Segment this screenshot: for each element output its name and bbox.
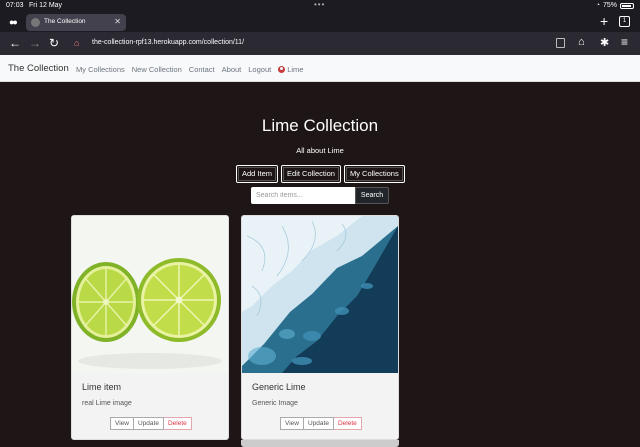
forward-arrow-icon[interactable]: → — [29, 36, 41, 50]
nav-about[interactable]: About — [222, 65, 242, 74]
item-title: Lime item — [82, 382, 122, 392]
item-buttons: View Update Delete — [110, 417, 192, 430]
delete-button[interactable]: Delete — [163, 417, 192, 430]
status-date: Fri 12 May — [29, 2, 63, 9]
edit-collection-button[interactable]: Edit Collection — [281, 165, 341, 183]
page-subtitle: All about Lime — [296, 146, 344, 155]
back-arrow-icon[interactable]: ← — [9, 36, 21, 50]
item-title: Generic Lime — [252, 382, 306, 392]
nav-links: My Collections New Collection Contact Ab… — [76, 65, 303, 74]
item-card: Generic Lime Generic Image View Update D… — [241, 215, 399, 440]
lime-slices-image — [72, 216, 228, 373]
extensions-icon[interactable]: ✱ — [600, 36, 609, 49]
nav-user[interactable]: Lime — [278, 65, 303, 74]
home-icon[interactable]: ⌂ — [578, 36, 585, 48]
update-button[interactable]: Update — [303, 417, 334, 430]
menu-icon[interactable]: ≡ — [621, 35, 628, 49]
view-button[interactable]: View — [110, 417, 134, 430]
browser-tab-bar: ●● The Collection ✕ + 1 — [0, 12, 640, 32]
satellite-coast-image — [242, 216, 398, 373]
nav-new-collection[interactable]: New Collection — [132, 65, 182, 74]
page-title: Lime Collection — [261, 116, 379, 135]
wifi-icon: ◔ — [595, 2, 600, 9]
search-form: Search — [251, 187, 389, 204]
battery-percent: 75% — [602, 2, 617, 9]
card-shadow — [241, 440, 399, 447]
collection-actions: Add Item Edit Collection My Collections — [236, 165, 405, 183]
new-tab-icon[interactable]: + — [600, 13, 608, 29]
site-brand[interactable]: The Collection — [8, 63, 69, 74]
tab-title: The Collection — [44, 18, 86, 25]
browser-toolbar: ← → ↻ ⌂ the-collection-rpf13.herokuapp.c… — [0, 32, 640, 55]
item-description: Generic Image — [252, 400, 298, 407]
private-browsing-icon: ●● — [9, 17, 18, 27]
multitask-dots-icon[interactable]: ••• — [314, 0, 325, 9]
tab-close-icon[interactable]: ✕ — [114, 17, 121, 26]
search-input[interactable] — [251, 187, 355, 204]
search-button[interactable]: Search — [355, 187, 389, 204]
nav-contact[interactable]: Contact — [189, 65, 215, 74]
tab-count-button[interactable]: 1 — [619, 16, 630, 27]
my-collections-button[interactable]: My Collections — [343, 165, 405, 183]
battery-icon — [620, 2, 634, 9]
status-time: 07:03 — [6, 2, 24, 9]
site-navbar: The Collection My Collections New Collec… — [0, 55, 640, 82]
item-card: Lime item real Lime image View Update De… — [71, 215, 229, 440]
tab-favicon-icon — [31, 18, 40, 27]
item-buttons: View Update Delete — [280, 417, 362, 430]
item-description: real Lime image — [82, 400, 132, 407]
address-bar[interactable]: the-collection-rpf13.herokuapp.com/colle… — [92, 39, 244, 46]
view-button[interactable]: View — [280, 417, 304, 430]
nav-logout[interactable]: Logout — [248, 65, 271, 74]
ios-status-bar: 07:03 Fri 12 May ••• ◔ 75% — [0, 0, 640, 12]
reader-mode-icon[interactable] — [556, 38, 565, 48]
nav-my-collections[interactable]: My Collections — [76, 65, 125, 74]
update-button[interactable]: Update — [133, 417, 164, 430]
nav-user-name: Lime — [287, 65, 304, 74]
reload-icon[interactable]: ↻ — [49, 36, 59, 50]
delete-button[interactable]: Delete — [333, 417, 362, 430]
browser-tab[interactable]: The Collection ✕ — [26, 14, 126, 31]
user-icon — [278, 66, 286, 73]
status-right: ◔ 75% — [596, 2, 634, 9]
tracking-protection-icon[interactable]: ⌂ — [74, 38, 79, 48]
add-item-button[interactable]: Add Item — [236, 165, 279, 183]
